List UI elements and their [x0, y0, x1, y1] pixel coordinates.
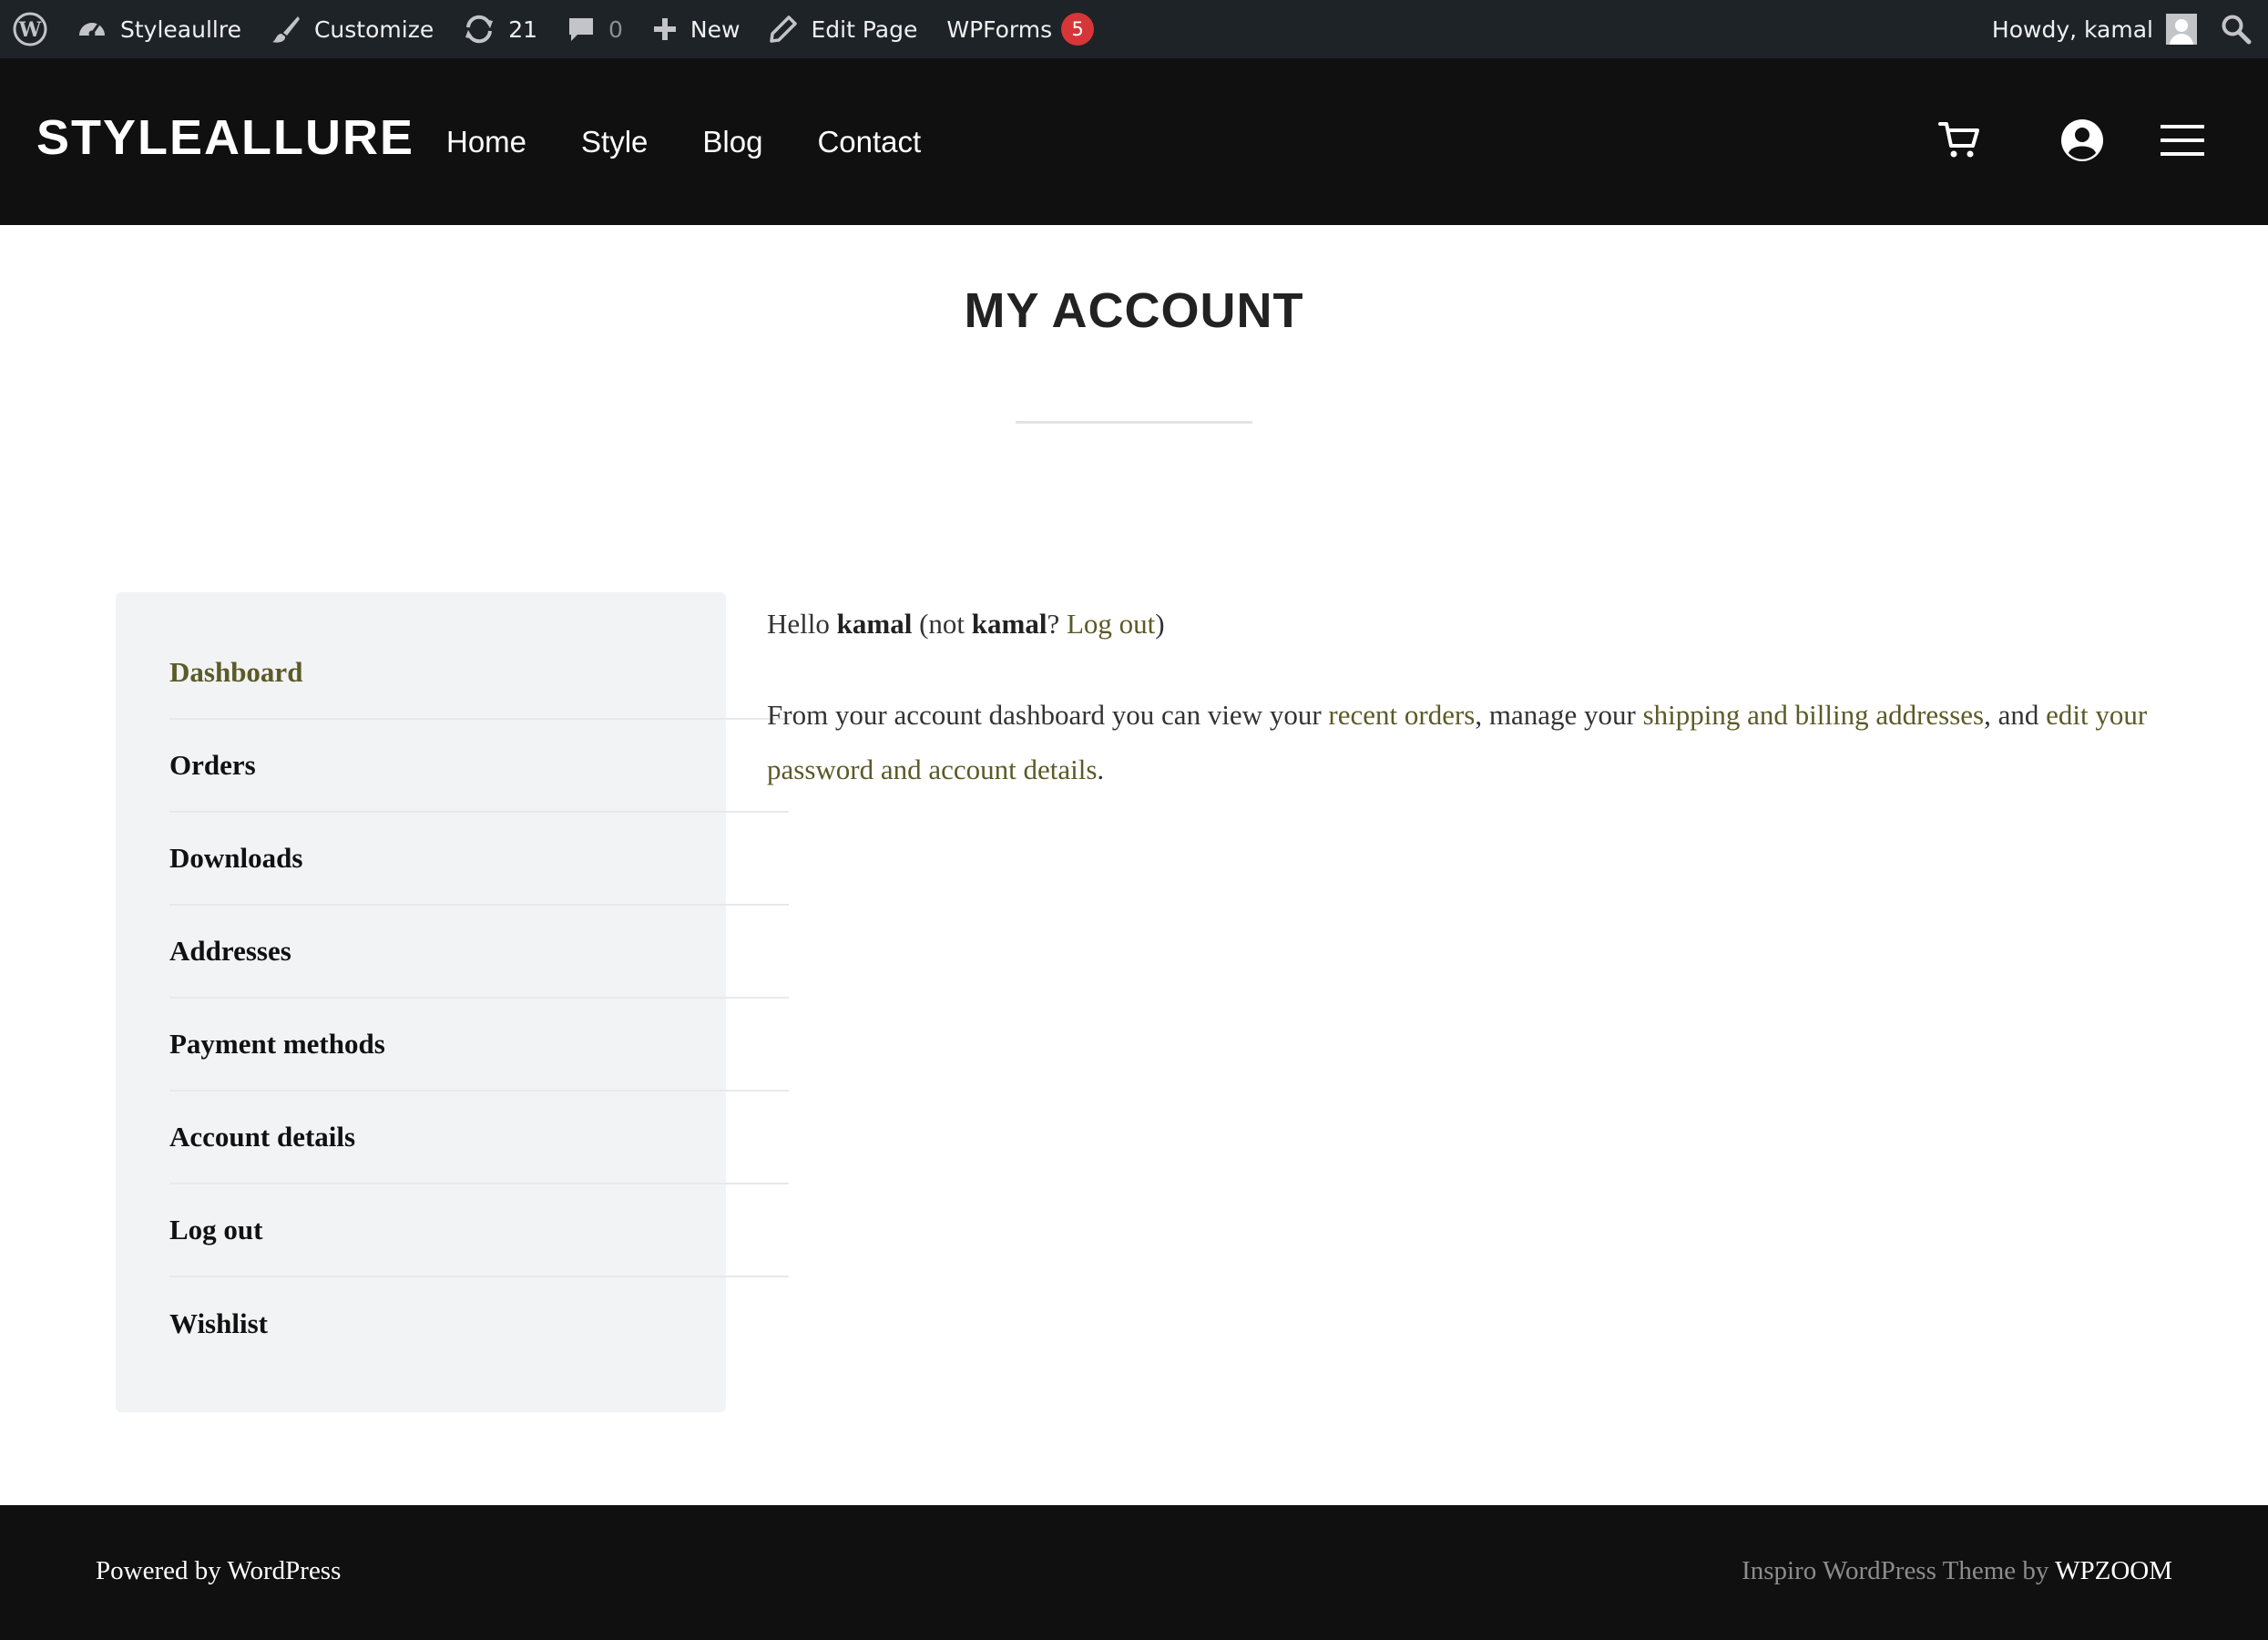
account-navigation: Dashboard Orders Downloads Addresses Pay… — [116, 592, 789, 1412]
account-nav-log-out[interactable]: Log out — [169, 1184, 789, 1277]
addresses-link[interactable]: shipping and billing addresses — [1643, 699, 1985, 731]
account-dashboard-content: Hello kamal (not kamal? Log out) From yo… — [767, 597, 2170, 797]
main-navigation: Home Style Blog Contact — [446, 58, 976, 225]
comment-bubble-icon — [569, 18, 594, 41]
account-nav-account-details[interactable]: Account details — [169, 1092, 789, 1184]
username-repeat: kamal — [971, 608, 1047, 640]
nav-blog[interactable]: Blog — [702, 125, 762, 159]
edit-page-label: Edit Page — [811, 15, 918, 43]
nav-home[interactable]: Home — [446, 125, 526, 159]
powered-by-text[interactable]: Powered by WordPress — [96, 1556, 341, 1586]
new-label: New — [690, 15, 741, 43]
edit-page-menu[interactable]: Edit Page — [754, 0, 932, 58]
updates-menu[interactable]: 21 — [448, 0, 552, 58]
nav-contact[interactable]: Contact — [817, 125, 921, 159]
nav-style[interactable]: Style — [581, 125, 648, 159]
customize-menu[interactable]: Customize — [256, 0, 448, 58]
updates-count: 21 — [508, 15, 538, 43]
wpforms-menu[interactable]: WPForms 5 — [932, 0, 1108, 58]
pencil-icon — [770, 15, 798, 43]
theme-credit: Inspiro WordPress Theme by WPZOOM — [1742, 1556, 2172, 1585]
svg-text:W: W — [18, 18, 42, 42]
account-nav-downloads[interactable]: Downloads — [169, 813, 789, 906]
comments-menu[interactable]: 0 — [552, 0, 638, 58]
site-header: STYLEALLURE Home Style Blog Contact — [0, 58, 2268, 225]
wpzoom-link[interactable]: WPZOOM — [2055, 1556, 2172, 1585]
paintbrush-icon — [271, 16, 300, 43]
dashboard-icon — [79, 23, 105, 37]
dashboard-intro-paragraph: From your account dashboard you can view… — [767, 699, 2148, 785]
new-content-menu[interactable]: New — [638, 0, 755, 58]
site-name-menu[interactable]: Styleaullre — [62, 0, 256, 58]
avatar — [2166, 14, 2197, 45]
howdy-label: Howdy, kamal — [1991, 15, 2153, 43]
account-nav-addresses[interactable]: Addresses — [169, 906, 789, 999]
logout-link[interactable]: Log out — [1067, 608, 1155, 640]
account-nav-orders[interactable]: Orders — [169, 720, 789, 813]
account-nav-wishlist[interactable]: Wishlist — [169, 1277, 789, 1370]
hamburger-menu-icon[interactable] — [2161, 124, 2204, 161]
site-logo[interactable]: STYLEALLURE — [36, 109, 414, 166]
title-divider — [1016, 421, 1252, 424]
my-account-menu[interactable]: Howdy, kamal — [1977, 0, 2206, 58]
account-nav-dashboard[interactable]: Dashboard — [169, 627, 789, 720]
site-name-label: Styleaullre — [120, 15, 241, 43]
comments-count: 0 — [608, 15, 623, 43]
customize-label: Customize — [313, 15, 434, 43]
account-nav-payment-methods[interactable]: Payment methods — [169, 999, 789, 1092]
username: kamal — [836, 608, 913, 640]
wpforms-notification-badge: 5 — [1061, 13, 1095, 46]
admin-search-icon[interactable] — [2206, 0, 2268, 58]
user-account-icon[interactable] — [2060, 118, 2104, 167]
site-footer: Powered by WordPress Inspiro WordPress T… — [0, 1505, 2268, 1640]
wp-admin-bar: W Styleaullre Customize 21 0 New Edit Pa… — [0, 0, 2268, 58]
cart-icon[interactable] — [1938, 118, 1980, 165]
wordpress-logo-icon[interactable]: W — [0, 0, 62, 58]
page-title: MY ACCOUNT — [964, 283, 1304, 338]
plus-icon — [653, 18, 676, 40]
greeting-paragraph: Hello kamal (not kamal? Log out) — [767, 608, 1165, 640]
recent-orders-link[interactable]: recent orders — [1328, 699, 1475, 731]
wpforms-label: WPForms — [946, 15, 1053, 43]
updates-icon — [465, 15, 494, 44]
